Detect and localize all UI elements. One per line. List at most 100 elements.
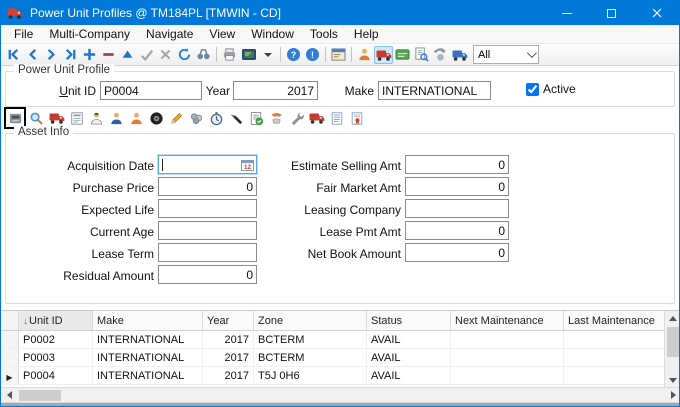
cell-next-maintenance[interactable]: [451, 331, 564, 348]
officer-person-icon[interactable]: [107, 109, 126, 128]
tire-icon[interactable]: [147, 109, 166, 128]
document-ribbon-icon[interactable]: [347, 109, 366, 128]
scroll-right-button[interactable]: [665, 388, 680, 403]
wrench-icon[interactable]: [287, 109, 306, 128]
customer-person-icon[interactable]: [355, 46, 374, 64]
make-input[interactable]: [378, 81, 491, 100]
horizontal-scroll-thumb[interactable]: [19, 390, 61, 401]
cell-make[interactable]: INTERNATIONAL: [93, 331, 203, 348]
cell-last-maintenance[interactable]: [564, 349, 664, 366]
grid-header-status[interactable]: Status: [367, 311, 451, 330]
print-icon[interactable]: [220, 46, 239, 64]
previous-record-icon[interactable]: [23, 46, 42, 64]
cell-year[interactable]: 2017: [203, 349, 254, 366]
console-monitor-icon[interactable]: [239, 46, 258, 64]
rate-card-icon[interactable]: [393, 46, 412, 64]
cell-next-maintenance[interactable]: [451, 367, 564, 384]
document-search-icon[interactable]: [412, 46, 431, 64]
scroll-left-button[interactable]: [1, 388, 17, 403]
cancel-edit-icon[interactable]: [156, 46, 175, 64]
grid-header-unit-id[interactable]: ↓Unit ID: [19, 311, 93, 330]
grid-header-year[interactable]: Year: [203, 311, 254, 330]
cell-zone[interactable]: T5J 0H6: [254, 367, 367, 384]
current-age-input[interactable]: [158, 221, 257, 240]
minimize-button[interactable]: [544, 1, 589, 25]
grid-header-zone[interactable]: Zone: [254, 311, 367, 330]
contact-person-icon[interactable]: [127, 109, 146, 128]
menu-tools[interactable]: Tools: [302, 25, 346, 43]
accept-edit-icon[interactable]: [137, 46, 156, 64]
post-edit-icon[interactable]: [118, 46, 137, 64]
document-check-icon[interactable]: [247, 109, 266, 128]
vertical-scrollbar[interactable]: [664, 311, 680, 388]
grid-header-make[interactable]: Make: [93, 311, 203, 330]
cell-status[interactable]: AVAIL: [367, 331, 451, 348]
cell-unit-id[interactable]: P0003: [19, 349, 93, 366]
delete-record-icon[interactable]: [99, 46, 118, 64]
phone-dial-icon[interactable]: [431, 46, 450, 64]
last-record-icon[interactable]: [61, 46, 80, 64]
flashlight-icon[interactable]: [227, 109, 246, 128]
cell-zone[interactable]: BCTERM: [254, 331, 367, 348]
vertical-scroll-thumb[interactable]: [667, 327, 680, 357]
notes-document-icon[interactable]: [67, 109, 86, 128]
menu-file[interactable]: File: [6, 25, 41, 43]
leasing-company-input[interactable]: [405, 199, 509, 218]
fair-market-amt-input[interactable]: [405, 177, 509, 196]
residual-amount-input[interactable]: [158, 265, 257, 284]
timer-stopwatch-icon[interactable]: [207, 109, 226, 128]
driver-person-icon[interactable]: [87, 109, 106, 128]
next-record-icon[interactable]: [42, 46, 61, 64]
purchase-price-input[interactable]: [158, 177, 257, 196]
scroll-up-button[interactable]: [665, 311, 680, 326]
scroll-down-button[interactable]: [665, 373, 680, 388]
grid-header-last-maintenance[interactable]: Last Maintenance: [564, 311, 664, 330]
cell-unit-id[interactable]: P0002: [19, 331, 93, 348]
table-row[interactable]: P0002 INTERNATIONAL 2017 BCTERM AVAIL: [1, 331, 664, 349]
forms-window-icon[interactable]: [329, 46, 348, 64]
maximize-button[interactable]: [589, 1, 634, 25]
net-book-amount-input[interactable]: [405, 243, 509, 262]
horizontal-scrollbar[interactable]: [1, 387, 680, 402]
cell-last-maintenance[interactable]: [564, 331, 664, 348]
links-cluster-icon[interactable]: [187, 109, 206, 128]
filter-dropdown[interactable]: All: [473, 45, 539, 64]
menu-view[interactable]: View: [201, 25, 243, 43]
calendar-button[interactable]: 12: [240, 158, 255, 173]
cell-year[interactable]: 2017: [203, 331, 254, 348]
table-row[interactable]: P0003 INTERNATIONAL 2017 BCTERM AVAIL: [1, 349, 664, 367]
menu-help[interactable]: Help: [346, 25, 387, 43]
list-document-icon[interactable]: [327, 109, 346, 128]
console-dropdown-icon[interactable]: [258, 46, 277, 64]
cell-year[interactable]: 2017: [203, 367, 254, 384]
acquisition-date-field[interactable]: 12: [158, 155, 257, 175]
search-magnifier-icon[interactable]: [27, 109, 46, 128]
close-button[interactable]: [634, 1, 679, 25]
menu-navigate[interactable]: Navigate: [138, 25, 201, 43]
menu-multi-company[interactable]: Multi-Company: [41, 25, 138, 43]
truck-red-2-icon[interactable]: [307, 109, 326, 128]
cell-next-maintenance[interactable]: [451, 349, 564, 366]
phone-orange-icon[interactable]: [267, 109, 286, 128]
trailer-truck-icon[interactable]: [450, 46, 469, 64]
cell-status[interactable]: AVAIL: [367, 367, 451, 384]
search-binoculars-icon[interactable]: [194, 46, 213, 64]
pencil-icon[interactable]: [167, 109, 186, 128]
cell-status[interactable]: AVAIL: [367, 349, 451, 366]
cell-last-maintenance[interactable]: [564, 367, 664, 384]
about-icon[interactable]: !: [303, 46, 322, 64]
grid-header-next-maintenance[interactable]: Next Maintenance: [451, 311, 564, 330]
expected-life-input[interactable]: [158, 199, 257, 218]
lease-pmt-amt-input[interactable]: [405, 221, 509, 240]
add-record-icon[interactable]: [80, 46, 99, 64]
cell-make[interactable]: INTERNATIONAL: [93, 367, 203, 384]
power-unit-truck-icon[interactable]: [374, 46, 393, 64]
menu-window[interactable]: Window: [243, 25, 302, 43]
cell-unit-id[interactable]: P0004: [19, 367, 93, 384]
truck-red-icon[interactable]: [47, 109, 66, 128]
active-checkbox[interactable]: [526, 83, 539, 96]
first-record-icon[interactable]: [4, 46, 23, 64]
table-row-selected[interactable]: ▶ P0004 INTERNATIONAL 2017 T5J 0H6 AVAIL: [1, 367, 664, 385]
estimate-selling-amt-input[interactable]: [405, 155, 509, 174]
cell-zone[interactable]: BCTERM: [254, 349, 367, 366]
